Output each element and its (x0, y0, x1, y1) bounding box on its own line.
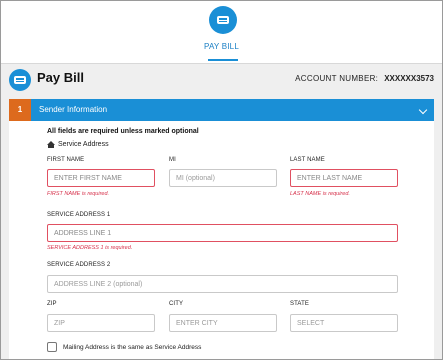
chevron-down-icon[interactable] (418, 105, 428, 115)
active-tab-indicator (208, 59, 238, 61)
service-address-1-input[interactable]: ADDRESS LINE 1 (47, 224, 398, 242)
mi-input[interactable]: MI (optional) (169, 169, 277, 187)
account-number-label: ACCOUNT NUMBER: (295, 74, 379, 83)
first-name-label: FIRST NAME (47, 157, 85, 163)
page-title: Pay Bill (37, 70, 84, 85)
mailing-same-checkbox[interactable] (47, 342, 57, 352)
page-header-icon (9, 69, 31, 91)
app-window: PAY BILL Pay Bill ACCOUNT NUMBER: XXXXXX3… (0, 0, 443, 360)
home-icon (47, 141, 55, 148)
credit-card-icon (14, 76, 26, 84)
first-name-input[interactable]: ENTER FIRST NAME (47, 169, 155, 187)
service-address-1-label: SERVICE ADDRESS 1 (47, 212, 111, 218)
mi-label: MI (169, 157, 176, 163)
sender-information-section-header[interactable]: 1 Sender Information (9, 99, 434, 121)
service-address-1-error: SERVICE ADDRESS 1 is required. (47, 245, 133, 251)
last-name-error: LAST NAME is required. (290, 191, 350, 197)
sender-information-form: All fields are required unless marked op… (9, 121, 434, 359)
account-number-value: XXXXXX3573 (384, 74, 434, 83)
last-name-label: LAST NAME (290, 157, 325, 163)
zip-label: ZIP (47, 301, 57, 307)
section-step-number: 1 (9, 99, 31, 121)
pay-bill-nav-label[interactable]: PAY BILL (1, 42, 442, 51)
section-title: Sender Information (39, 105, 108, 114)
city-label: CITY (169, 301, 184, 307)
pay-bill-nav-button[interactable] (209, 6, 237, 34)
account-number-display: ACCOUNT NUMBER: XXXXXX3573 (295, 74, 434, 83)
last-name-input[interactable]: ENTER LAST NAME (290, 169, 398, 187)
service-address-2-label: SERVICE ADDRESS 2 (47, 262, 111, 268)
city-input[interactable]: ENTER CITY (169, 314, 277, 332)
top-nav: PAY BILL (1, 1, 442, 64)
state-select[interactable]: SELECT (290, 314, 398, 332)
required-fields-note: All fields are required unless marked op… (47, 128, 199, 135)
zip-input[interactable]: ZIP (47, 314, 155, 332)
credit-card-icon (217, 16, 229, 24)
first-name-error: FIRST NAME is required. (47, 191, 110, 197)
service-address-2-input[interactable]: ADDRESS LINE 2 (optional) (47, 275, 398, 293)
mailing-same-label[interactable]: Mailing Address is the same as Service A… (63, 344, 201, 351)
state-label: STATE (290, 301, 309, 307)
service-address-heading: Service Address (47, 141, 109, 148)
